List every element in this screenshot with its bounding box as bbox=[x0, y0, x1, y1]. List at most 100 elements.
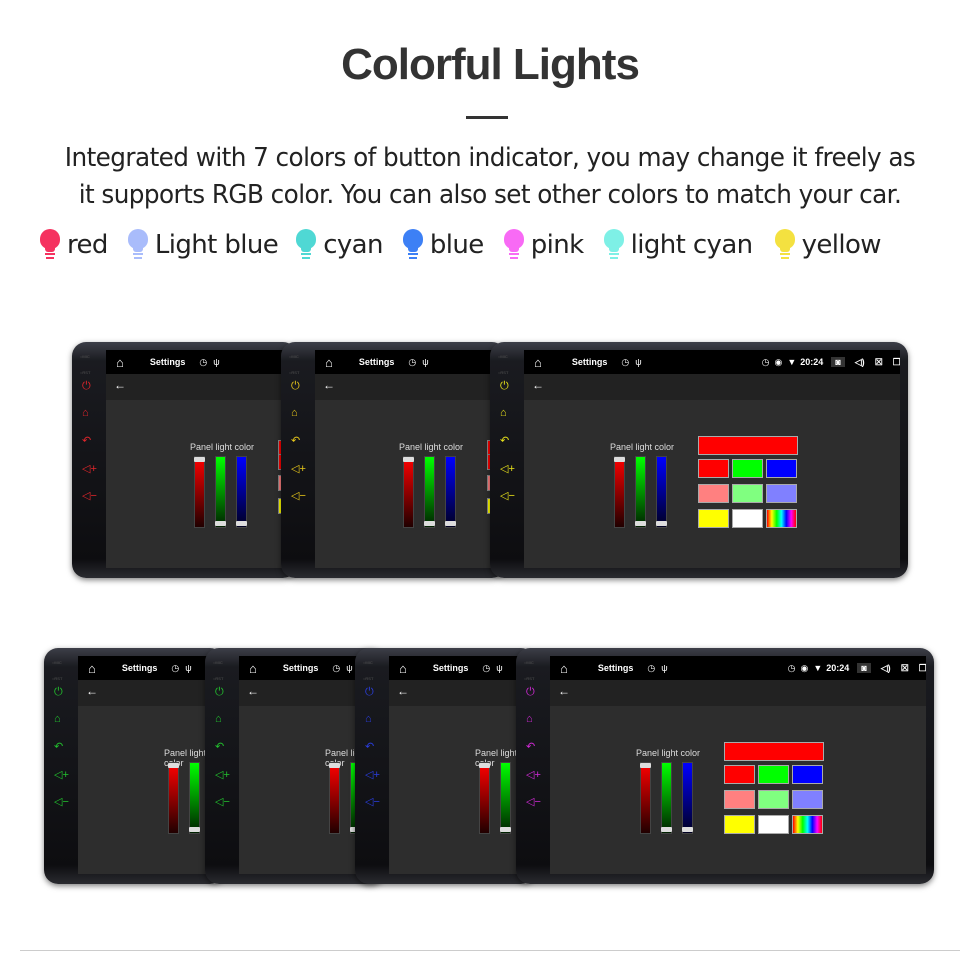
power-icon[interactable]: ⏻ bbox=[500, 380, 509, 393]
back-arrow-icon[interactable]: ← bbox=[114, 378, 126, 392]
volume-up-icon[interactable]: ◁+ bbox=[500, 462, 515, 475]
color-swatch[interactable] bbox=[758, 765, 789, 784]
back-arrow-icon[interactable]: ← bbox=[532, 378, 544, 392]
color-swatch[interactable] bbox=[792, 815, 823, 834]
home-icon[interactable]: ⌂ bbox=[215, 713, 222, 725]
slider-knob[interactable] bbox=[500, 827, 511, 832]
slider-green[interactable] bbox=[189, 762, 200, 834]
home-icon[interactable]: ⌂ bbox=[560, 661, 568, 676]
back-icon[interactable]: ↶ bbox=[500, 434, 509, 447]
color-swatch[interactable] bbox=[724, 815, 755, 834]
back-arrow-icon[interactable]: ← bbox=[86, 684, 98, 698]
home-icon[interactable]: ⌂ bbox=[291, 407, 298, 419]
color-swatch[interactable] bbox=[724, 765, 755, 784]
home-icon[interactable]: ⌂ bbox=[88, 661, 96, 676]
back-arrow-icon[interactable]: ← bbox=[558, 684, 570, 698]
home-icon[interactable]: ⌂ bbox=[534, 355, 542, 370]
back-arrow-icon[interactable]: ← bbox=[247, 684, 259, 698]
slider-red[interactable] bbox=[403, 456, 414, 528]
power-icon[interactable]: ⏻ bbox=[82, 380, 91, 393]
volume-down-icon[interactable]: ◁− bbox=[54, 795, 69, 808]
slider-knob[interactable] bbox=[329, 763, 340, 768]
color-swatch[interactable] bbox=[766, 484, 797, 503]
slider-green[interactable] bbox=[215, 456, 226, 528]
slider-blue[interactable] bbox=[236, 456, 247, 528]
volume-down-icon[interactable]: ◁− bbox=[365, 795, 380, 808]
slider-red[interactable] bbox=[168, 762, 179, 834]
recent-apps-icon[interactable]: ❐ bbox=[919, 663, 926, 674]
color-swatch[interactable] bbox=[724, 790, 755, 809]
volume-up-icon[interactable]: ◁+ bbox=[54, 768, 69, 781]
slider-knob[interactable] bbox=[661, 827, 672, 832]
slider-green[interactable] bbox=[661, 762, 672, 834]
close-app-icon[interactable]: ☒ bbox=[875, 357, 883, 368]
home-icon[interactable]: ⌂ bbox=[500, 407, 507, 419]
home-icon[interactable]: ⌂ bbox=[399, 661, 407, 676]
slider-knob[interactable] bbox=[614, 457, 625, 462]
color-swatch[interactable] bbox=[698, 509, 729, 528]
volume-up-icon[interactable]: ◁+ bbox=[82, 462, 97, 475]
volume-down-icon[interactable]: ◁− bbox=[291, 489, 306, 502]
color-swatch[interactable] bbox=[732, 509, 763, 528]
slider-red[interactable] bbox=[479, 762, 490, 834]
slider-red[interactable] bbox=[329, 762, 340, 834]
slider-knob[interactable] bbox=[682, 827, 693, 832]
power-icon[interactable]: ⏻ bbox=[365, 686, 374, 699]
slider-knob[interactable] bbox=[640, 763, 651, 768]
slider-red[interactable] bbox=[194, 456, 205, 528]
slider-blue[interactable] bbox=[445, 456, 456, 528]
volume-icon[interactable]: ◁) bbox=[881, 663, 891, 674]
volume-icon[interactable]: ◁) bbox=[855, 357, 865, 368]
back-icon[interactable]: ↶ bbox=[291, 434, 300, 447]
volume-up-icon[interactable]: ◁+ bbox=[365, 768, 380, 781]
slider-blue[interactable] bbox=[682, 762, 693, 834]
power-icon[interactable]: ⏻ bbox=[215, 686, 224, 699]
volume-down-icon[interactable]: ◁− bbox=[82, 489, 97, 502]
back-arrow-icon[interactable]: ← bbox=[323, 378, 335, 392]
home-icon[interactable]: ⌂ bbox=[365, 713, 372, 725]
color-swatch[interactable] bbox=[758, 815, 789, 834]
power-icon[interactable]: ⏻ bbox=[291, 380, 300, 393]
color-swatch[interactable] bbox=[792, 765, 823, 784]
slider-knob[interactable] bbox=[635, 521, 646, 526]
back-icon[interactable]: ↶ bbox=[365, 740, 374, 753]
back-arrow-icon[interactable]: ← bbox=[397, 684, 409, 698]
slider-knob[interactable] bbox=[424, 521, 435, 526]
volume-up-icon[interactable]: ◁+ bbox=[215, 768, 230, 781]
slider-green[interactable] bbox=[635, 456, 646, 528]
home-icon[interactable]: ⌂ bbox=[54, 713, 61, 725]
home-icon[interactable]: ⌂ bbox=[82, 407, 89, 419]
slider-knob[interactable] bbox=[403, 457, 414, 462]
close-app-icon[interactable]: ☒ bbox=[901, 663, 909, 674]
home-icon[interactable]: ⌂ bbox=[526, 713, 533, 725]
volume-down-icon[interactable]: ◁− bbox=[526, 795, 541, 808]
home-icon[interactable]: ⌂ bbox=[116, 355, 124, 370]
slider-knob[interactable] bbox=[215, 521, 226, 526]
slider-green[interactable] bbox=[500, 762, 511, 834]
back-icon[interactable]: ↶ bbox=[54, 740, 63, 753]
slider-knob[interactable] bbox=[656, 521, 667, 526]
volume-down-icon[interactable]: ◁− bbox=[500, 489, 515, 502]
color-swatch[interactable] bbox=[698, 484, 729, 503]
slider-knob[interactable] bbox=[445, 521, 456, 526]
color-swatch[interactable] bbox=[792, 790, 823, 809]
back-icon[interactable]: ↶ bbox=[526, 740, 535, 753]
back-icon[interactable]: ↶ bbox=[82, 434, 91, 447]
color-swatch[interactable] bbox=[766, 459, 797, 478]
slider-knob[interactable] bbox=[479, 763, 490, 768]
volume-up-icon[interactable]: ◁+ bbox=[291, 462, 306, 475]
slider-red[interactable] bbox=[614, 456, 625, 528]
slider-knob[interactable] bbox=[189, 827, 200, 832]
home-icon[interactable]: ⌂ bbox=[325, 355, 333, 370]
color-swatch[interactable] bbox=[732, 484, 763, 503]
slider-green[interactable] bbox=[424, 456, 435, 528]
back-icon[interactable]: ↶ bbox=[215, 740, 224, 753]
slider-blue[interactable] bbox=[656, 456, 667, 528]
screenshot-icon[interactable]: ◙ bbox=[831, 357, 845, 367]
slider-knob[interactable] bbox=[194, 457, 205, 462]
recent-apps-icon[interactable]: ❐ bbox=[893, 357, 900, 368]
slider-knob[interactable] bbox=[168, 763, 179, 768]
color-swatch[interactable] bbox=[758, 790, 789, 809]
volume-down-icon[interactable]: ◁− bbox=[215, 795, 230, 808]
power-icon[interactable]: ⏻ bbox=[54, 686, 63, 699]
